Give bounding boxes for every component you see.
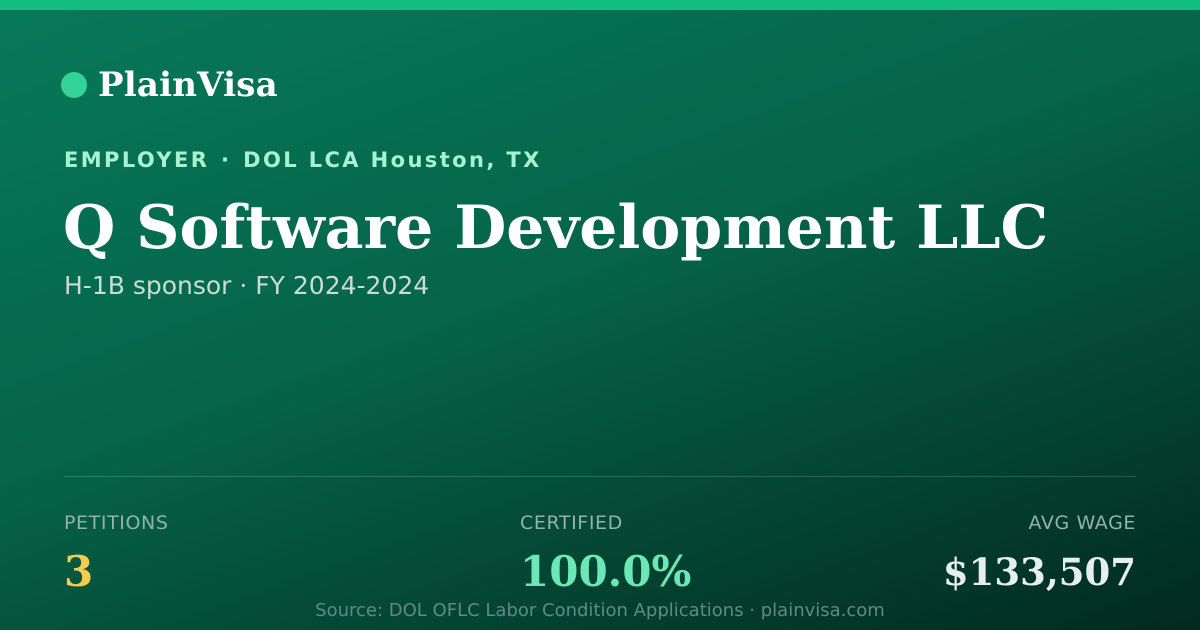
source-footer: Source: DOL OFLC Labor Condition Applica… <box>315 600 885 621</box>
stat-avg-wage: AVG WAGE $133,507 <box>943 510 1136 600</box>
stat-certified: CERTIFIED 100.0% <box>520 510 691 600</box>
stat-certified-value: 100.0% <box>520 547 692 596</box>
stat-avg-wage-value: $133,507 <box>942 550 1136 594</box>
stat-petitions-label: PETITIONS <box>64 512 169 534</box>
stat-petitions-value: 3 <box>64 547 94 596</box>
eyebrow-source: DOL LCA Houston, TX <box>243 148 542 172</box>
employer-title: Q Software Development LLC <box>63 193 1049 263</box>
brand-dot-icon <box>61 72 87 98</box>
employer-subtitle: H-1B sponsor · FY 2024-2024 <box>64 271 430 300</box>
brand-name: PlainVisa <box>98 65 278 105</box>
stat-petitions: PETITIONS 3 <box>64 510 169 600</box>
brand-logo[interactable]: PlainVisa <box>61 60 278 110</box>
eyebrow-category: EMPLOYER <box>64 148 210 172</box>
stat-avg-wage-label: AVG WAGE <box>1028 512 1136 534</box>
eyebrow-separator: · <box>221 148 232 172</box>
section-divider <box>64 476 1136 477</box>
eyebrow-label: EMPLOYER · DOL LCA Houston, TX <box>64 148 542 172</box>
top-accent-bar <box>0 0 1200 10</box>
stat-certified-label: CERTIFIED <box>520 512 623 534</box>
